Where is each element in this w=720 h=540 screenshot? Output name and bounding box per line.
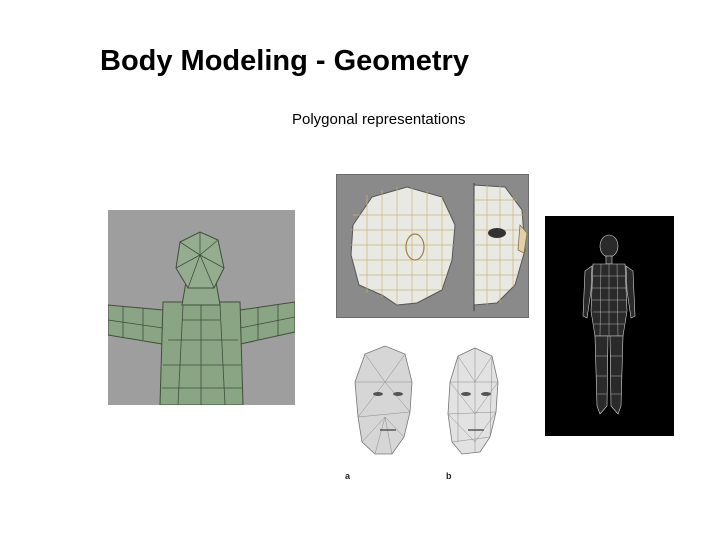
slide-subtitle: Polygonal representations [292,111,466,128]
caption-b: b [446,471,452,481]
wireframe-head-image [336,174,529,318]
caption-a: a [345,471,351,481]
low-poly-green-figure-image [108,210,295,405]
slide: Body Modeling - Geometry Polygonal repre… [0,0,720,540]
triangulated-heads-image [340,342,500,487]
full-body-wireframe-image [545,216,674,436]
slide-title: Body Modeling - Geometry [100,45,469,77]
